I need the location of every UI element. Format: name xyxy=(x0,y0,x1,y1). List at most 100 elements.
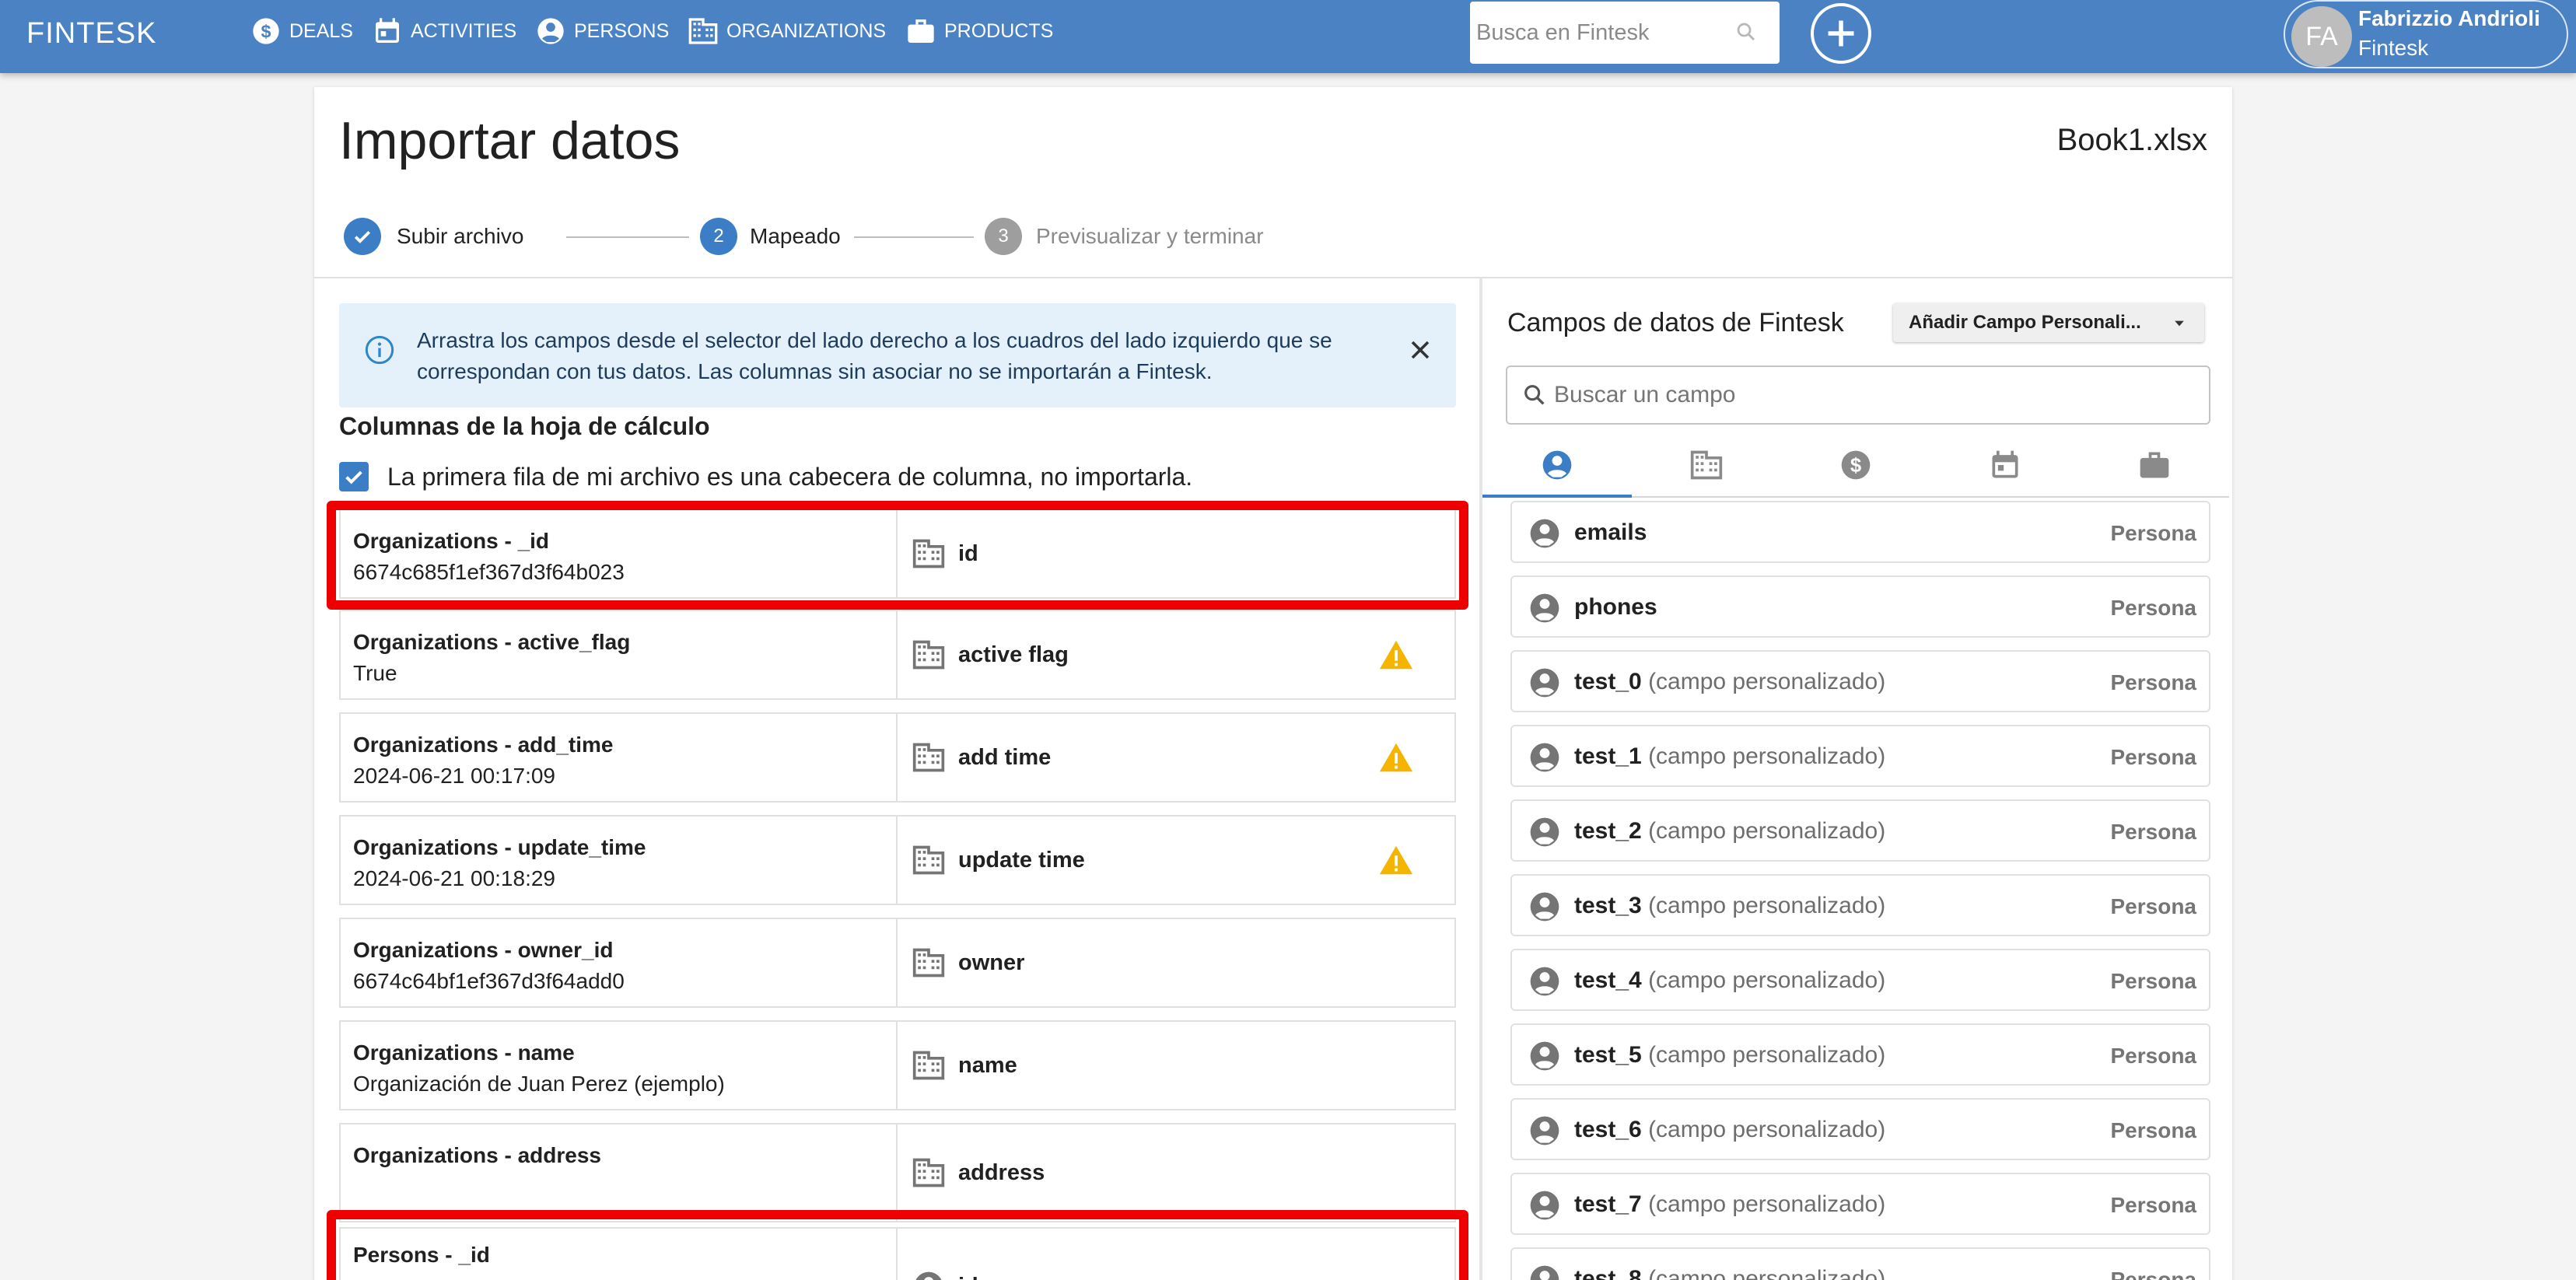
mapping-row: Organizations - add_time 2024-06-21 00:1… xyxy=(339,712,1456,803)
field-chip-phones[interactable]: phones Persona xyxy=(1510,575,2210,638)
mapped-field-drop-zone[interactable]: update time xyxy=(912,817,1085,904)
file-name: Book1.xlsx xyxy=(2056,123,2207,157)
column-sample: True xyxy=(353,661,397,685)
nav-item-deals[interactable]: $ DEALS xyxy=(250,16,353,47)
spreadsheet-column: Organizations - address xyxy=(341,1124,898,1221)
building-icon xyxy=(1690,450,1723,480)
step-mapping: Mapeado xyxy=(750,224,841,248)
header-row-checkbox[interactable] xyxy=(339,462,369,491)
user-organization: Fintesk xyxy=(2358,36,2429,60)
step-connector xyxy=(854,236,974,238)
global-search-input[interactable] xyxy=(1476,19,1725,46)
svg-text:$: $ xyxy=(1850,455,1861,477)
highlight-box xyxy=(327,501,1468,610)
warning-icon[interactable] xyxy=(1378,740,1414,776)
mapped-field-name: owner xyxy=(958,950,1025,975)
brand-logo[interactable]: FINTESK xyxy=(26,17,156,51)
field-list: emails Persona phones Persona test_0 (ca… xyxy=(1482,499,2229,1280)
field-name: test_5 (campo personalizado) xyxy=(1574,1042,1886,1068)
tab-persons[interactable] xyxy=(1482,434,1632,498)
close-icon[interactable] xyxy=(1405,334,1436,365)
info-message: Arrastra los campos desde el selector de… xyxy=(417,328,1332,383)
divider xyxy=(314,277,2232,278)
building-icon xyxy=(912,743,945,772)
top-app-bar: FINTESK $ DEALS ACTIVITIES PERSONS ORGAN… xyxy=(0,0,2576,73)
field-chip-emails[interactable]: emails Persona xyxy=(1510,501,2210,563)
nav-label: ACTIVITIES xyxy=(411,19,517,42)
import-card: Importar datos Book1.xlsx Subir archivo … xyxy=(314,87,2232,1280)
person-circle-icon xyxy=(1530,1041,1559,1071)
mapped-field-drop-zone[interactable]: active flag xyxy=(912,611,1069,698)
tab-products[interactable] xyxy=(2080,434,2229,496)
mapped-field-drop-zone[interactable]: address xyxy=(912,1124,1045,1221)
mapped-field-drop-zone[interactable]: name xyxy=(912,1022,1017,1109)
field-chip-test-5[interactable]: test_5 (campo personalizado) Persona xyxy=(1510,1023,2210,1086)
step-preview: Previsualizar y terminar xyxy=(1036,224,1264,248)
calendar-icon xyxy=(1992,450,2018,478)
field-chip-test-7[interactable]: test_7 (campo personalizado) Persona xyxy=(1510,1173,2210,1235)
field-chip-test-0[interactable]: test_0 (campo personalizado) Persona xyxy=(1510,650,2210,712)
nav-item-products[interactable]: PRODUCTS xyxy=(905,16,1053,47)
highlight-box xyxy=(327,1210,1468,1280)
mapping-row: Organizations - owner_id 6674c64bf1ef367… xyxy=(339,918,1456,1008)
nav-item-organizations[interactable]: ORGANIZATIONS xyxy=(688,16,886,47)
step-upload: Subir archivo xyxy=(397,224,524,248)
nav-item-activities[interactable]: ACTIVITIES xyxy=(372,16,516,47)
step-connector xyxy=(566,236,689,238)
add-custom-field-button[interactable]: Añadir Campo Personali... xyxy=(1893,303,2204,342)
field-search-input[interactable] xyxy=(1554,382,2176,408)
field-category-tabs: $ xyxy=(1482,434,2229,498)
field-type: Persona xyxy=(2110,1268,2197,1280)
column-name: Organizations - owner_id xyxy=(353,938,614,962)
person-circle-icon xyxy=(1542,450,1572,480)
search-icon xyxy=(1524,385,1545,405)
field-type: Persona xyxy=(2110,820,2197,844)
mapping-row: Organizations - update_time 2024-06-21 0… xyxy=(339,815,1456,905)
field-type: Persona xyxy=(2110,521,2197,545)
building-icon xyxy=(912,845,945,875)
field-chip-test-6[interactable]: test_6 (campo personalizado) Persona xyxy=(1510,1098,2210,1160)
mapped-field-name: name xyxy=(958,1052,1017,1078)
mapped-field-drop-zone[interactable]: add time xyxy=(912,714,1051,801)
user-name: Fabrizzio Andrioli xyxy=(2358,6,2540,30)
column-sample: Organización de Juan Perez (ejemplo) xyxy=(353,1072,725,1096)
nav-label: ORGANIZATIONS xyxy=(726,19,887,42)
building-icon xyxy=(912,1051,945,1080)
field-chip-test-1[interactable]: test_1 (campo personalizado) Persona xyxy=(1510,725,2210,787)
info-icon xyxy=(365,335,394,365)
field-name: test_3 (campo personalizado) xyxy=(1574,893,1886,918)
tab-activities[interactable] xyxy=(1930,434,2080,496)
plus-icon xyxy=(1828,20,1854,47)
field-name: test_1 (campo personalizado) xyxy=(1574,743,1886,769)
nav-item-persons[interactable]: PERSONS xyxy=(535,16,669,47)
mapped-field-drop-zone[interactable]: owner xyxy=(912,919,1024,1006)
field-chip-test-4[interactable]: test_4 (campo personalizado) Persona xyxy=(1510,949,2210,1011)
field-chip-test-3[interactable]: test_3 (campo personalizado) Persona xyxy=(1510,874,2210,936)
field-chip-test-8[interactable]: test_8 (campo personalizado) Persona xyxy=(1510,1247,2210,1280)
quick-add-button[interactable] xyxy=(1811,3,1871,64)
section-title: Columnas de la hoja de cálculo xyxy=(339,412,710,440)
tab-deals[interactable]: $ xyxy=(1781,434,1930,496)
check-icon xyxy=(354,231,371,243)
field-search[interactable] xyxy=(1506,365,2210,425)
mapped-field-name: add time xyxy=(958,744,1052,770)
field-name: test_4 (campo personalizado) xyxy=(1574,967,1886,993)
building-icon xyxy=(912,948,945,977)
global-search[interactable] xyxy=(1470,2,1780,64)
step-number-badge: 2 xyxy=(700,218,737,255)
warning-icon[interactable] xyxy=(1378,843,1414,879)
building-icon xyxy=(912,640,945,670)
mapping-row: Organizations - name Organización de Jua… xyxy=(339,1020,1456,1110)
field-name: test_8 (campo personalizado) xyxy=(1574,1266,1886,1280)
search-icon[interactable] xyxy=(1734,20,1758,44)
user-menu[interactable]: FA Fabrizzio Andrioli Fintesk xyxy=(2284,0,2568,68)
spreadsheet-column: Organizations - owner_id 6674c64bf1ef367… xyxy=(341,919,898,1006)
column-sample: 6674c64bf1ef367d3f64add0 xyxy=(353,969,625,993)
tab-organizations[interactable] xyxy=(1632,434,1781,496)
column-name: Organizations - add_time xyxy=(353,733,614,757)
warning-icon[interactable] xyxy=(1378,638,1414,673)
page-title: Importar datos xyxy=(339,111,681,170)
person-circle-icon xyxy=(1530,1191,1559,1220)
field-chip-test-2[interactable]: test_2 (campo personalizado) Persona xyxy=(1510,799,2210,862)
field-type: Persona xyxy=(2110,1118,2197,1142)
